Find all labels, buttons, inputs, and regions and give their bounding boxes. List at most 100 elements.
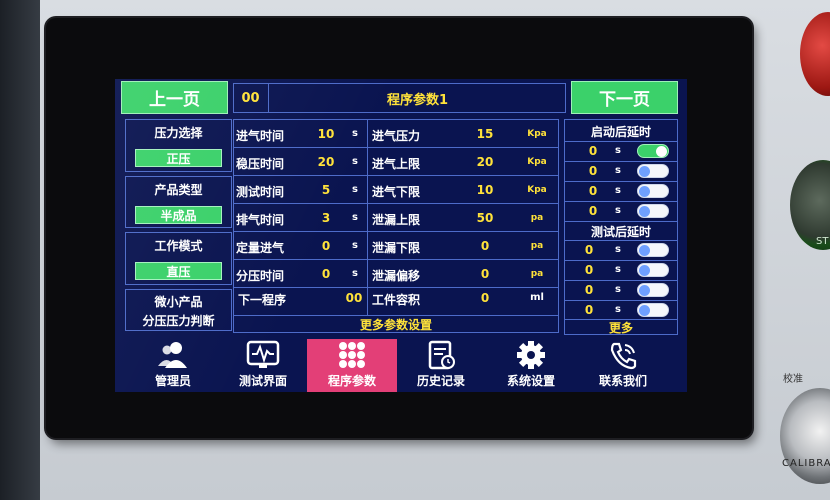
param-label: 进气时间 [236, 129, 285, 143]
param-value[interactable]: 0 [467, 291, 503, 305]
monitor-icon [245, 340, 281, 370]
param-value[interactable]: 3 [311, 211, 341, 225]
calibration-label: CALIBRA [782, 458, 830, 469]
param-value[interactable]: 00 [341, 291, 367, 305]
param-unit: s [352, 128, 358, 139]
tab-contact-us[interactable]: 联系我们 [585, 339, 661, 392]
param-unit: s [352, 268, 358, 279]
param-value[interactable]: 50 [467, 211, 503, 225]
tab-program-params[interactable]: 程序参数 [307, 339, 397, 392]
prev-page-button[interactable]: 上一页 [121, 81, 228, 114]
test-delay-unit: s [615, 244, 621, 255]
test-delay-title: 测试后延时 [590, 225, 651, 239]
tab-history[interactable]: 历史记录 [403, 339, 479, 392]
micro-product-pressure-label: 分压压力判断 [142, 314, 215, 328]
delay-row-line [564, 141, 678, 142]
test-delay-unit: s [615, 304, 621, 315]
start-delay-value[interactable]: 0 [585, 184, 601, 198]
grid-divider [367, 119, 368, 315]
param-value[interactable]: 5 [311, 183, 341, 197]
start-delay-value[interactable]: 0 [585, 164, 601, 178]
param-label: 泄漏偏移 [372, 269, 421, 283]
start-delay-toggle[interactable] [637, 164, 669, 178]
more-delays-button[interactable]: 更多 [564, 320, 678, 335]
tab-label: 历史记录 [416, 374, 465, 388]
param-unit: Kpa [527, 185, 547, 195]
param-unit: pa [530, 269, 544, 279]
param-value[interactable]: 10 [467, 183, 503, 197]
work-mode-value[interactable]: 直压 [135, 262, 222, 280]
more-params-button[interactable]: 更多参数设置 [233, 315, 559, 333]
start-delay-value[interactable]: 0 [585, 144, 601, 158]
test-delay-unit: s [615, 284, 621, 295]
admin-icon [155, 340, 191, 370]
tab-admin[interactable]: 管理员 [137, 339, 209, 392]
param-value[interactable]: 0 [467, 267, 503, 281]
grid-row-line [233, 175, 559, 176]
test-delay-toggle[interactable] [637, 263, 669, 277]
grid-row-line [233, 287, 559, 288]
toggle-knob [656, 146, 667, 157]
delay-row-line [564, 280, 678, 281]
param-value[interactable]: 20 [467, 155, 503, 169]
work-mode-title: 工作模式 [154, 239, 203, 253]
test-delay-toggle[interactable] [637, 283, 669, 297]
product-type-value[interactable]: 半成品 [135, 206, 222, 224]
param-value[interactable]: 0 [311, 239, 341, 253]
calibration-side-label: 校准 [783, 374, 803, 385]
param-label: 进气压力 [372, 129, 421, 143]
test-delay-toggle[interactable] [637, 243, 669, 257]
toggle-knob [639, 285, 650, 296]
param-value[interactable]: 10 [311, 127, 341, 141]
more-params-label: 更多参数设置 [359, 317, 432, 332]
hmi-screen: 上一页 00 程序参数1 下一页 压力选择 正压 产品类型 半成品 工作模式 直… [115, 79, 687, 392]
tab-label: 系统设置 [506, 374, 555, 388]
test-delay-unit: s [615, 264, 621, 275]
tab-label: 管理员 [154, 374, 191, 388]
test-delay-value[interactable]: 0 [581, 263, 597, 277]
param-label: 进气上限 [372, 157, 421, 171]
start-delay-toggle[interactable] [637, 184, 669, 198]
param-unit: s [352, 212, 358, 223]
start-delay-value[interactable]: 0 [585, 204, 601, 218]
delay-row-line [564, 260, 678, 261]
start-button-label: ST [816, 236, 829, 247]
delay-row-line [564, 201, 678, 202]
param-unit: s [352, 156, 358, 167]
test-delay-toggle[interactable] [637, 303, 669, 317]
toggle-knob [639, 166, 650, 177]
pressure-select-value[interactable]: 正压 [135, 149, 222, 167]
more-delays-label: 更多 [608, 321, 633, 335]
test-delay-value[interactable]: 0 [581, 243, 597, 257]
param-label: 定量进气 [236, 241, 285, 255]
param-unit: ml [530, 292, 544, 303]
next-page-button[interactable]: 下一页 [571, 81, 678, 114]
micro-product-label: 微小产品 [154, 295, 203, 309]
param-value[interactable]: 15 [467, 127, 503, 141]
grid-row-line [233, 259, 559, 260]
test-delay-value[interactable]: 0 [581, 303, 597, 317]
program-number[interactable]: 00 [233, 83, 269, 113]
start-delay-unit: s [615, 145, 621, 156]
delay-row-line [564, 240, 678, 241]
param-label: 泄漏下限 [372, 241, 421, 255]
gear-icon [514, 340, 548, 370]
param-value[interactable]: 0 [311, 267, 341, 281]
tab-test-screen[interactable]: 测试界面 [225, 339, 301, 392]
test-delay-value[interactable]: 0 [581, 283, 597, 297]
param-label: 排气时间 [236, 213, 285, 227]
start-delay-toggle[interactable] [637, 204, 669, 218]
grid-icon [335, 340, 369, 370]
param-unit: Kpa [527, 157, 547, 167]
param-value[interactable]: 20 [311, 155, 341, 169]
pressure-select-title: 压力选择 [154, 126, 203, 140]
param-label: 稳压时间 [236, 157, 285, 171]
param-label: 进气下限 [372, 185, 421, 199]
history-icon [424, 340, 458, 370]
param-value[interactable]: 0 [467, 239, 503, 253]
start-delay-toggle[interactable] [637, 144, 669, 158]
start-delay-title: 启动后延时 [590, 125, 651, 139]
grid-row-line [233, 147, 559, 148]
start-delay-unit: s [615, 165, 621, 176]
tab-system-settings[interactable]: 系统设置 [493, 339, 569, 392]
